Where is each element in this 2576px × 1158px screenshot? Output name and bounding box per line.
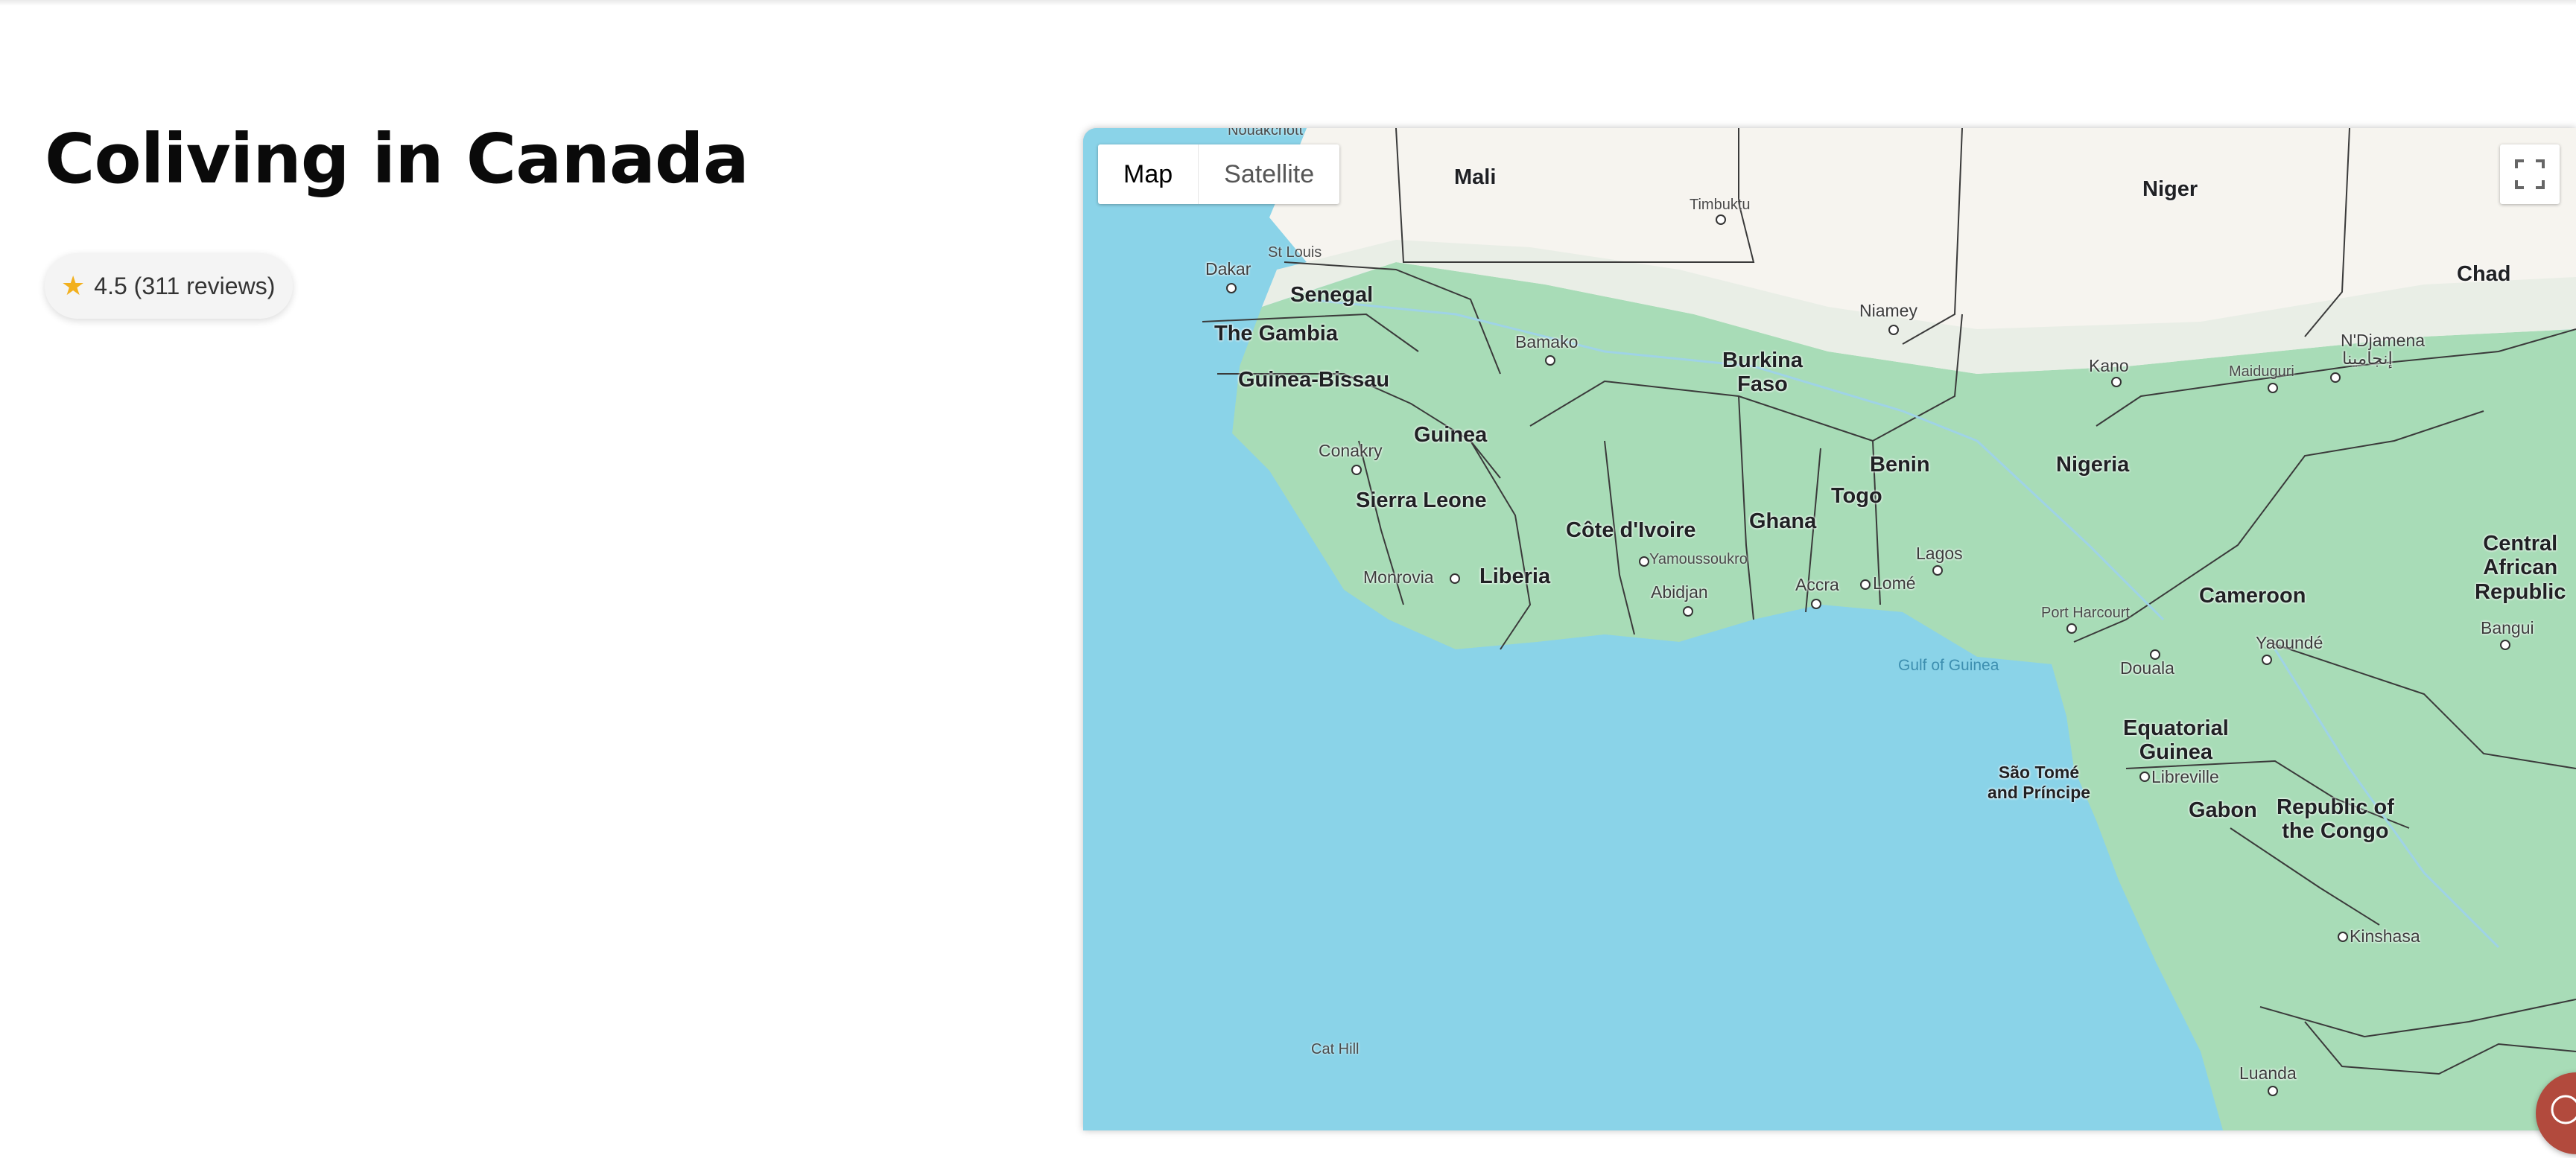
label-the-gambia: The Gambia bbox=[1214, 322, 1338, 346]
rating-text: 4.5 (311 reviews) bbox=[94, 272, 276, 299]
dot-monrovia bbox=[1450, 573, 1460, 584]
chat-button[interactable] bbox=[2536, 1072, 2576, 1154]
label-chad: Chad bbox=[2457, 262, 2511, 286]
label-abidjan: Abidjan bbox=[1651, 582, 1708, 602]
label-luanda: Luanda bbox=[2239, 1063, 2297, 1083]
label-monrovia: Monrovia bbox=[1363, 567, 1434, 587]
page-title: Coliving in Canada bbox=[45, 119, 749, 199]
label-port-harcourt: Port Harcourt bbox=[2041, 605, 2130, 621]
label-burkina-faso: Burkina Faso bbox=[1722, 349, 1803, 397]
label-maiduguri: Maiduguri bbox=[2229, 363, 2294, 380]
label-dakar: Dakar bbox=[1205, 259, 1251, 279]
label-accra: Accra bbox=[1795, 575, 1839, 594]
dot-maiduguri bbox=[2268, 383, 2278, 393]
dot-lome bbox=[1860, 579, 1871, 590]
dot-libreville bbox=[2139, 772, 2150, 782]
fullscreen-icon bbox=[2515, 159, 2545, 189]
dot-kinshasa bbox=[2338, 932, 2348, 942]
label-guinea-bissau: Guinea-Bissau bbox=[1238, 368, 1390, 392]
dot-bamako bbox=[1545, 355, 1555, 366]
label-sierra-leone: Sierra Leone bbox=[1356, 489, 1487, 512]
label-bamako: Bamako bbox=[1515, 332, 1579, 351]
label-conakry: Conakry bbox=[1319, 441, 1383, 460]
label-togo: Togo bbox=[1831, 484, 1882, 508]
dot-bangui bbox=[2500, 640, 2510, 650]
label-timbuktu: Timbuktu bbox=[1690, 197, 1751, 213]
dot-kano bbox=[2111, 377, 2122, 387]
dot-douala bbox=[2150, 649, 2160, 660]
label-benin: Benin bbox=[1870, 453, 1930, 477]
label-cote-divoire: Côte d'Ivoire bbox=[1566, 518, 1696, 542]
map[interactable]: Mali Niger Chad Senegal The Gambia Guine… bbox=[1083, 128, 2576, 1130]
dot-timbuktu bbox=[1716, 214, 1726, 225]
label-ghana: Ghana bbox=[1749, 509, 1817, 533]
label-bangui: Bangui bbox=[2481, 618, 2534, 637]
label-gulf-of-guinea: Gulf of Guinea bbox=[1898, 657, 1999, 674]
dot-abidjan bbox=[1683, 606, 1693, 617]
dot-niamey bbox=[1888, 325, 1899, 335]
label-kinshasa: Kinshasa bbox=[2350, 926, 2420, 946]
dot-port-harcourt bbox=[2066, 623, 2077, 634]
label-nigeria: Nigeria bbox=[2056, 453, 2130, 477]
label-douala: Douala bbox=[2120, 658, 2174, 678]
label-yaounde: Yaoundé bbox=[2256, 633, 2323, 652]
map-type-control[interactable]: Map Satellite bbox=[1098, 144, 1340, 204]
label-st-louis: St Louis bbox=[1268, 244, 1322, 261]
label-liberia: Liberia bbox=[1479, 564, 1551, 588]
label-lagos: Lagos bbox=[1916, 544, 1963, 563]
label-kano: Kano bbox=[2089, 356, 2129, 375]
label-republic-of-the-congo: Republic of the Congo bbox=[2277, 795, 2394, 844]
dot-dakar bbox=[1226, 283, 1237, 293]
dot-yamoussoukro bbox=[1639, 556, 1649, 567]
dot-luanda bbox=[2268, 1086, 2278, 1096]
label-cameroon: Cameroon bbox=[2199, 584, 2306, 608]
fullscreen-button[interactable] bbox=[2500, 144, 2560, 204]
label-nouakchott: Nouakchott bbox=[1228, 128, 1304, 139]
label-senegal: Senegal bbox=[1290, 283, 1374, 307]
dot-accra bbox=[1811, 599, 1821, 609]
rating-badge: ★ 4.5 (311 reviews) bbox=[45, 253, 294, 319]
dot-lagos bbox=[1932, 565, 1943, 576]
dot-ndjamena bbox=[2330, 372, 2341, 383]
label-sao-tome: São Tomé and Príncipe bbox=[1987, 763, 2091, 802]
label-ndjamena-arabic: إنجامينا bbox=[2342, 349, 2393, 368]
label-gabon: Gabon bbox=[2189, 798, 2257, 822]
map-type-map-button[interactable]: Map bbox=[1098, 144, 1198, 204]
label-libreville: Libreville bbox=[2151, 767, 2219, 786]
label-mali: Mali bbox=[1454, 165, 1497, 189]
label-lome: Lomé bbox=[1873, 573, 1916, 593]
label-equatorial-guinea: Equatorial Guinea bbox=[2123, 716, 2229, 765]
label-central-african-republic: Central African Republic bbox=[2475, 532, 2566, 604]
label-ndjamena: N'Djamena bbox=[2341, 331, 2426, 350]
top-bar bbox=[0, 0, 2576, 6]
label-niger: Niger bbox=[2142, 177, 2198, 201]
label-yamoussoukro: Yamoussoukro bbox=[1649, 551, 1748, 567]
label-niamey: Niamey bbox=[1859, 301, 1917, 320]
dot-yaounde bbox=[2262, 655, 2272, 665]
star-icon: ★ bbox=[61, 270, 86, 301]
dot-conakry bbox=[1351, 465, 1362, 475]
label-cat-hill: Cat Hill bbox=[1311, 1041, 1360, 1057]
map-canvas[interactable] bbox=[1083, 128, 2576, 1130]
chat-icon bbox=[2551, 1095, 2576, 1124]
map-type-satellite-button[interactable]: Satellite bbox=[1199, 144, 1339, 204]
label-guinea: Guinea bbox=[1414, 423, 1488, 447]
